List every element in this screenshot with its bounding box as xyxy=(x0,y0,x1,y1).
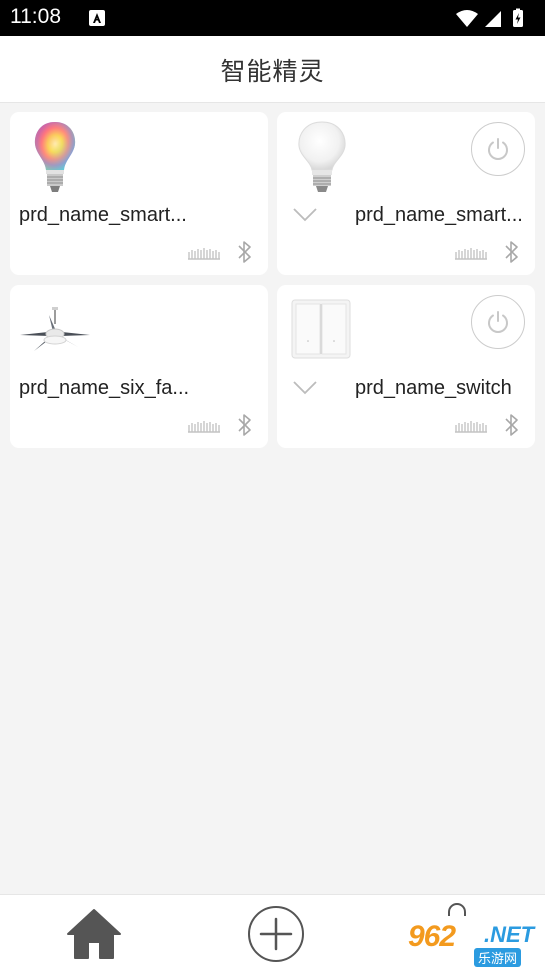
signal-strength-icon xyxy=(188,248,220,260)
page-title: 智能精灵 xyxy=(220,57,325,86)
home-icon[interactable] xyxy=(66,906,122,962)
signal-strength-icon xyxy=(455,248,487,260)
device-name: prd_name_switch xyxy=(355,377,512,399)
white-bulb-image xyxy=(298,121,346,192)
bluetooth-icon xyxy=(238,241,251,263)
app-header: 智能精灵 xyxy=(0,36,545,103)
add-device-icon[interactable] xyxy=(247,905,305,963)
status-time: 11:08 xyxy=(10,5,61,28)
chevron-down-icon[interactable] xyxy=(293,208,317,222)
cell-signal-icon xyxy=(485,11,501,27)
status-icons xyxy=(455,8,533,32)
power-button[interactable] xyxy=(471,122,525,176)
device-card[interactable]: prd_name_smart... xyxy=(277,112,535,275)
accessibility-notification-icon xyxy=(89,10,105,26)
bluetooth-icon xyxy=(238,414,251,436)
ceiling-fan-image xyxy=(20,307,90,351)
device-name: prd_name_smart... xyxy=(19,204,187,226)
watermark-sub: 乐游网 xyxy=(474,948,522,967)
power-icon xyxy=(488,311,508,333)
device-name: prd_name_smart... xyxy=(355,204,523,226)
battery-icon xyxy=(513,8,523,27)
watermark-number: 962 xyxy=(408,920,456,953)
signal-strength-icon xyxy=(455,421,487,433)
power-icon xyxy=(488,138,508,160)
rgb-bulb-image xyxy=(34,122,76,192)
chevron-down-icon[interactable] xyxy=(293,381,317,395)
device-card[interactable]: prd_name_six_fa... xyxy=(10,285,268,448)
wifi-icon xyxy=(456,10,478,27)
bluetooth-icon xyxy=(505,241,518,263)
device-card[interactable]: prd_name_smart... xyxy=(10,112,268,275)
power-button[interactable] xyxy=(471,295,525,349)
watermark-logo: 962 .NET 乐游网 xyxy=(408,920,538,967)
device-card[interactable]: prd_name_switch xyxy=(277,285,535,448)
watermark-domain: .NET xyxy=(484,922,535,947)
signal-strength-icon xyxy=(188,421,220,433)
device-name: prd_name_six_fa... xyxy=(19,377,190,399)
bluetooth-icon xyxy=(505,414,518,436)
wall-switch-image xyxy=(291,299,351,359)
status-bar: 11:08 xyxy=(0,0,545,36)
